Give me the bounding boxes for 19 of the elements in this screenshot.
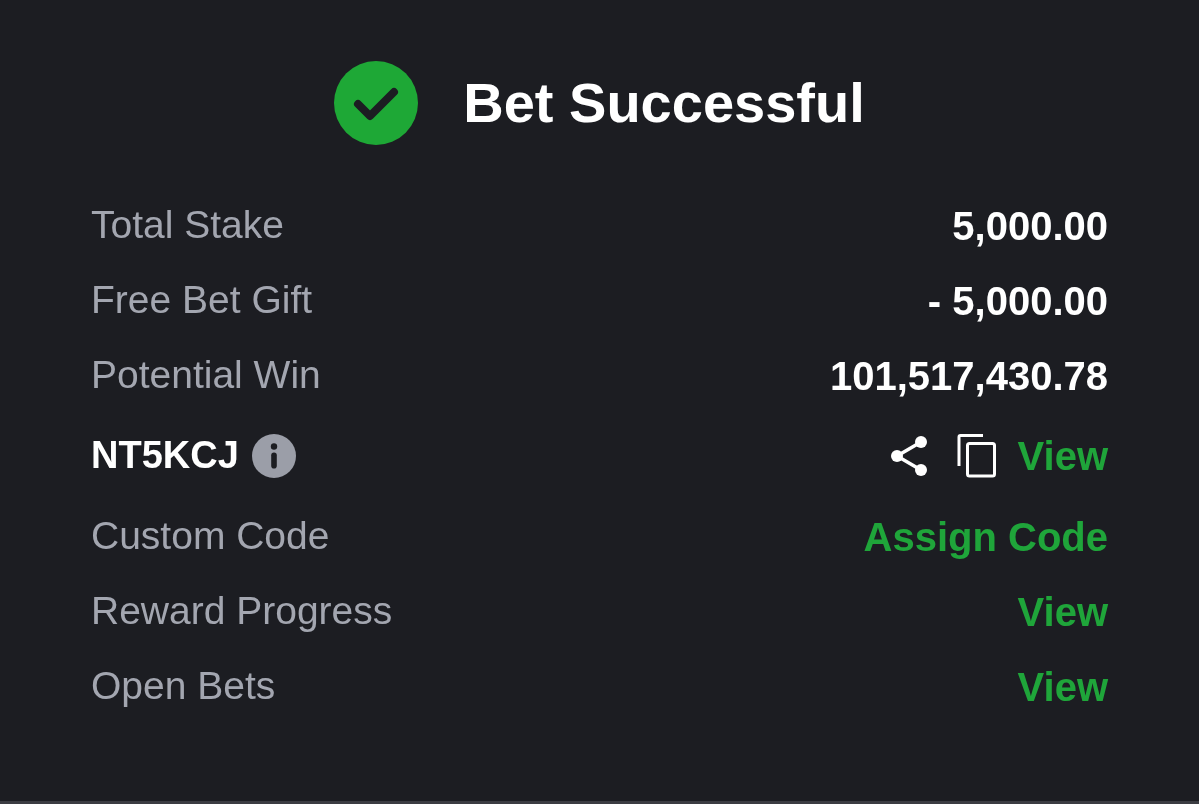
summary-label: Open Bets xyxy=(91,664,276,709)
amount-value: - 5,000.00 xyxy=(927,277,1108,324)
summary-label: Total Stake xyxy=(91,203,284,248)
success-title: Bet Successful xyxy=(463,75,865,131)
summary-label: Free Bet Gift xyxy=(91,278,313,323)
action-link[interactable]: Assign Code xyxy=(863,513,1108,560)
check-circle-icon xyxy=(334,61,419,145)
action-link[interactable]: View xyxy=(1017,588,1108,635)
amount-value: 5,000.00 xyxy=(952,202,1108,249)
info-icon[interactable] xyxy=(251,434,296,478)
summary-label: Potential Win xyxy=(91,353,321,398)
summary-label: Custom Code xyxy=(91,514,330,559)
amount-value: 101,517,430.78 xyxy=(829,352,1108,399)
view-link[interactable]: View xyxy=(1017,433,1108,479)
action-link[interactable]: View xyxy=(1017,663,1108,710)
copy-icon[interactable] xyxy=(956,434,997,478)
booking-code: NT5KCJ xyxy=(91,434,239,478)
summary-label: Reward Progress xyxy=(91,589,393,634)
share-icon[interactable] xyxy=(888,435,929,477)
